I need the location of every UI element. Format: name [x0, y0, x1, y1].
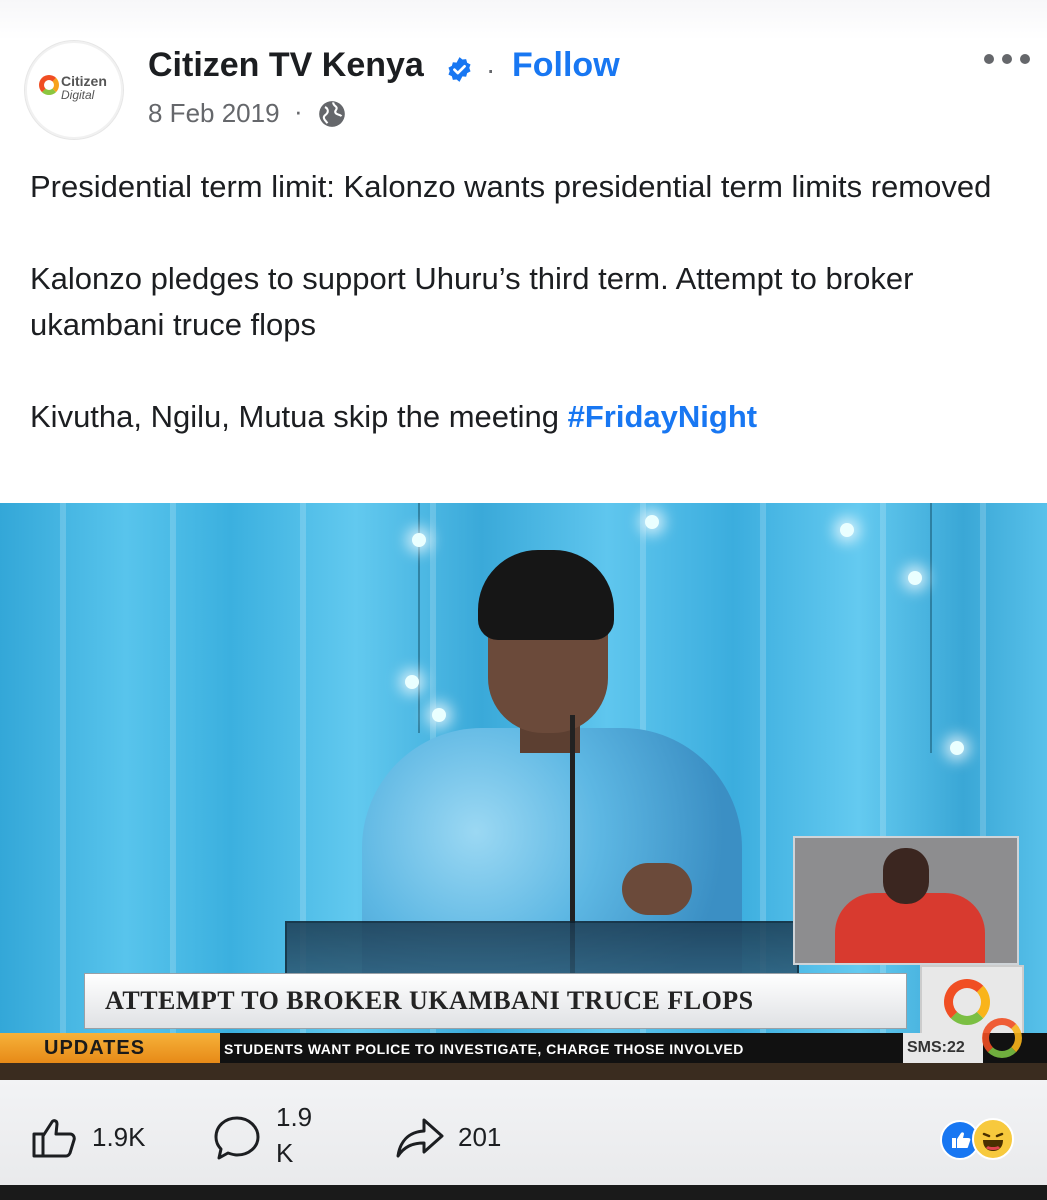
- page-name[interactable]: Citizen TV Kenya: [148, 46, 424, 85]
- share-count: 201: [458, 1122, 502, 1152]
- haha-reaction-icon[interactable]: [972, 1118, 1014, 1160]
- logo-text-line2: Digital: [61, 88, 95, 102]
- sign-language-interpreter-inset: [793, 836, 1019, 965]
- stage-light: [645, 515, 659, 529]
- comment-icon: [214, 1116, 260, 1160]
- date-separator: ·: [294, 96, 303, 126]
- bottom-edge: [0, 1185, 1047, 1200]
- post-date[interactable]: 8 Feb 2019: [148, 98, 280, 129]
- post-paragraph-1: Presidential term limit: Kalonzo wants p…: [30, 169, 992, 204]
- post-video-frame[interactable]: ATTEMPT TO BROKER UKAMBANI TRUCE FLOPS U…: [0, 503, 1047, 1080]
- post-actions-bar: 1.9K 1.9 K 201: [0, 1080, 1047, 1185]
- ticker-text: STUDENTS WANT POLICE TO INVESTIGATE, CHA…: [224, 1041, 744, 1057]
- thumbs-up-icon: [32, 1119, 76, 1158]
- stage-light: [432, 708, 446, 722]
- stage-light: [908, 571, 922, 585]
- news-headline-bar: ATTEMPT TO BROKER UKAMBANI TRUCE FLOPS: [84, 973, 907, 1029]
- post-paragraph-3: Kivutha, Ngilu, Mutua skip the meeting #…: [30, 394, 1020, 440]
- news-ticker: UPDATES STUDENTS WANT POLICE TO INVESTIG…: [0, 1033, 1047, 1063]
- news-headline: ATTEMPT TO BROKER UKAMBANI TRUCE FLOPS: [105, 986, 754, 1015]
- comment-button[interactable]: 1.9 K: [212, 1102, 322, 1172]
- citizen-digital-logo: Citizen Digital: [37, 63, 111, 119]
- comment-count: 1.9: [276, 1102, 313, 1132]
- stage-light: [950, 741, 964, 755]
- citizen-logo-icon: [944, 979, 990, 1025]
- hashtag-link[interactable]: #FridayNight: [568, 399, 757, 434]
- logo-ring-icon: [39, 75, 59, 95]
- comment-count-suffix: K: [276, 1138, 294, 1168]
- like-count: 1.9K: [92, 1122, 146, 1152]
- citizen-watermark-icon: [982, 1018, 1022, 1058]
- ticker-label: UPDATES: [44, 1037, 146, 1059]
- share-button[interactable]: 201: [394, 1116, 524, 1162]
- post-paragraph-2: Kalonzo pledges to support Uhuru’s third…: [30, 261, 914, 342]
- stage-light: [405, 675, 419, 689]
- header-separator: ·: [486, 54, 496, 85]
- post-paragraph-3-text: Kivutha, Ngilu, Mutua skip the meeting: [30, 399, 568, 434]
- page-avatar[interactable]: Citizen Digital: [24, 40, 124, 140]
- globe-icon: [319, 101, 345, 127]
- post-card: Citizen Digital Citizen TV Kenya · Follo…: [0, 0, 1047, 1185]
- stage-light: [412, 533, 426, 547]
- logo-text-line1: Citizen: [61, 73, 107, 89]
- post-text: Presidential term limit: Kalonzo wants p…: [30, 164, 1020, 486]
- more-options-icon[interactable]: [984, 46, 1030, 72]
- verified-badge-icon: [448, 57, 471, 82]
- follow-button[interactable]: Follow: [512, 46, 620, 85]
- ticker-sms: SMS:22: [907, 1039, 965, 1056]
- like-button[interactable]: 1.9K: [30, 1114, 160, 1160]
- share-icon: [396, 1118, 444, 1158]
- stage-light: [840, 523, 854, 537]
